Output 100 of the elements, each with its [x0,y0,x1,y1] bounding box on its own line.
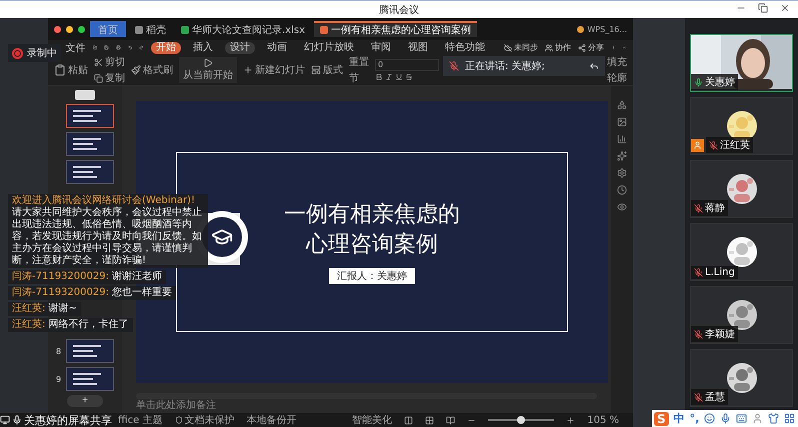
underline-icon[interactable] [395,73,403,81]
redo-icon[interactable] [139,43,144,52]
sorter-view-icon[interactable] [425,416,434,424]
participant-name: 关惠婷 [691,74,738,90]
muted-mic-icon [449,61,459,71]
zoom-reading: 105 % [587,414,619,426]
mic-icon [720,413,732,424]
slide-thumbnail[interactable] [66,160,114,184]
grid-icon [784,413,796,424]
recording-indicator: 录制中 [8,44,61,62]
chart-icon[interactable] [617,134,627,144]
outline-button[interactable]: 轮廓 [607,71,627,85]
normal-view-icon[interactable] [404,416,414,424]
slide-thumbnail[interactable] [66,339,114,363]
slide-thumbnail[interactable] [66,104,114,128]
slide-number: 8 [56,346,62,356]
participant-name: 李颖婕 [691,326,738,342]
backup-status: 本地备份开 [246,414,296,427]
menu-tab[interactable]: 幻灯片放映 [298,42,359,54]
document-tab[interactable]: 华师大论文查阅记录.xlsx [175,21,312,37]
zoom-light[interactable] [78,26,85,32]
italic-icon[interactable] [385,73,393,81]
format-painter-button[interactable]: 格式刷 [131,63,173,77]
toolbar-action[interactable]: 分享 [578,42,604,53]
slide-thumbnail[interactable] [66,132,114,156]
restore-icon[interactable] [758,3,768,13]
chat-notice: 欢迎进入腾讯会议网络研讨会(Webinar)! 请大家共同维护大会秩序，会议过程中禁止出现违法违规、低俗色情、吸烟酗酒等内容，若发现违规行为请及时向我们反馈。如主办方在会议过程中引导交易，请谨慎判断，注意财产安全，谨防诈骗! [8,194,208,268]
open-icon[interactable] [92,43,98,52]
account-avatar-icon [577,26,584,32]
zoom-in-icon[interactable] [566,416,576,424]
eye-icon[interactable] [617,202,627,212]
undo-icon[interactable] [128,43,132,52]
sparkle-icon[interactable] [617,151,627,161]
toolbar-action[interactable]: 未同步 [504,42,538,53]
layout-icon [311,65,321,75]
play-icon [203,58,213,68]
toolbar-action[interactable]: 协作 [544,42,571,53]
add-slide-button[interactable]: + [67,395,103,407]
smiley-icon [704,413,716,424]
clock-icon[interactable] [617,185,627,195]
layout-button[interactable]: 版式 [311,63,343,77]
settings-icon[interactable] [617,168,627,178]
play-from-current-button[interactable]: 从当前开始 [179,57,237,83]
shirt-icon [768,413,780,424]
window-title: 腾讯会议 [379,4,419,16]
menu-tab[interactable]: 动画 [262,42,292,54]
save-icon[interactable] [104,43,109,52]
cloud-icon [504,44,512,52]
notes-placeholder[interactable]: 单击此处添加备注 [122,399,611,413]
close-icon[interactable] [780,3,790,13]
copy-button[interactable]: 复制 [94,71,125,85]
shield-icon [174,416,182,424]
menu-tab[interactable]: 设计 [224,42,255,54]
menu-tab[interactable]: 审阅 [366,42,396,54]
person-icon [752,413,764,424]
shapes-icon[interactable] [617,100,627,110]
plus-icon [243,65,253,75]
new-slide-button[interactable]: 新建幻灯片 [243,63,305,77]
zoom-slider-thumb[interactable] [517,416,526,424]
file-type-icon [320,26,328,34]
menu-tab[interactable]: 插入 [188,42,218,54]
fill-button[interactable]: 填充 [607,55,627,69]
screen-icon [0,415,10,425]
copy-icon [94,74,103,82]
view-toggle-icon[interactable] [75,90,95,100]
reset-button[interactable]: 重置 [349,55,369,69]
keyboard-icon [736,413,748,424]
strikethrough-icon[interactable] [405,73,413,81]
menu-tab[interactable]: 视图 [402,42,433,54]
bold-icon[interactable] [375,73,383,81]
reply-icon[interactable] [589,61,599,71]
participant-name: 孟慧 [691,389,728,405]
participant-name: 汪红英 [706,137,753,153]
slide-thumbnail[interactable] [66,367,114,391]
paste-button[interactable]: 粘贴 [54,63,88,77]
minimize-light[interactable] [66,26,73,32]
section-button[interactable]: 节 [349,71,369,85]
beautify-button[interactable]: 智能美化 [352,413,392,427]
print-icon[interactable] [116,43,120,52]
document-tab[interactable]: 一例有相亲焦虑的心理咨询案例 [314,21,478,37]
file-type-icon [181,26,189,34]
document-tab[interactable]: 稻壳 [129,21,172,37]
reading-view-icon[interactable] [446,416,456,424]
slide-number: 9 [56,374,62,384]
clipboard-icon [54,64,66,76]
chat-message: 汪红英: 谢谢~ [8,302,81,316]
host-icon [691,138,704,152]
menu-tab[interactable]: 特色功能 [440,42,490,54]
brush-icon [131,65,141,75]
font-size-field[interactable]: 0 [375,59,439,71]
chat-message: 汪红英: 网络不行，卡住了 [8,318,133,332]
ime-toolbar: S 中 °, [652,410,798,427]
speaking-text: 正在讲话: 关惠婷; [465,60,545,73]
cut-button[interactable]: 剪切 [94,55,125,69]
close-light[interactable] [54,26,61,32]
image-icon[interactable] [617,117,627,127]
slide-title: 一例有相亲焦虑的 心理咨询案例 [284,201,460,259]
mic-icon [12,415,22,425]
menu-item[interactable]: 文件 [66,40,86,54]
menu-tab[interactable]: 开始 [150,42,181,54]
